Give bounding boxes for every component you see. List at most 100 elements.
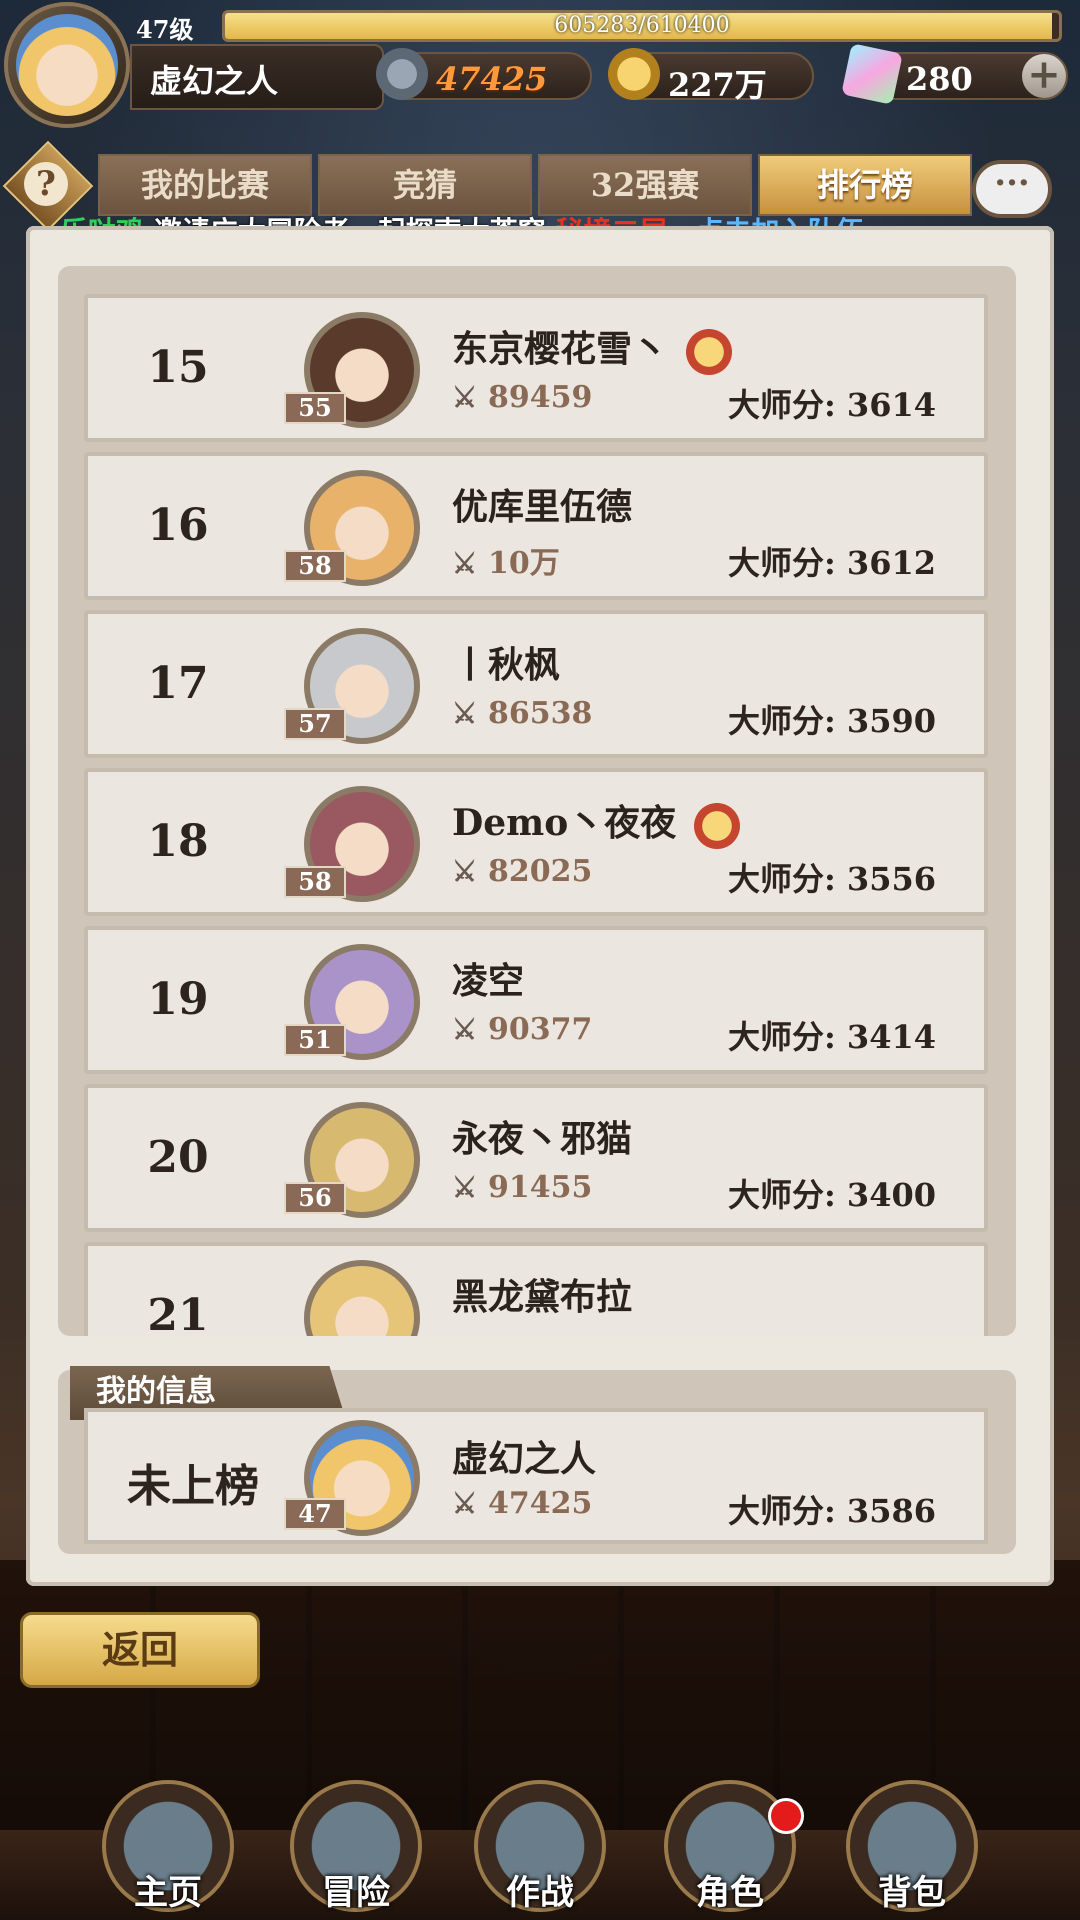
ranking-position: 21 — [147, 1290, 209, 1336]
ranking-player-power: 89459 — [488, 380, 593, 415]
xp-text: 605283/610400 — [554, 13, 730, 38]
gold-coin-icon — [608, 48, 660, 100]
ranking-row[interactable]: 16 58 优库里伍德 ⚔ 10万 大师分: 3612 — [84, 452, 988, 600]
ranking-player-power: 91455 — [488, 1170, 593, 1205]
nav-character[interactable]: 角色 — [650, 1740, 810, 1920]
player-level-badge: 57 — [284, 708, 346, 740]
crystal-gem-icon — [841, 43, 903, 105]
ranking-row[interactable]: 18 58 Demo丶夜夜 ⚔ 82025 大师分: 3556 — [84, 768, 988, 916]
my-master-score: 大师分: 3586 — [727, 1492, 936, 1530]
ranking-row[interactable]: 19 51 凌空 ⚔ 90377 大师分: 3414 — [84, 926, 988, 1074]
bottom-nav: 主页 冒险 作战 角色 背包 — [0, 1740, 1080, 1920]
ranking-position: 17 — [147, 658, 209, 709]
my-name: 虚幻之人 — [452, 1438, 597, 1480]
player-portrait — [304, 1260, 420, 1336]
tab-my-matches[interactable]: 我的比赛 — [98, 154, 312, 216]
add-gems-button[interactable]: + — [1022, 54, 1066, 98]
ranking-position: 19 — [147, 974, 209, 1025]
nav-adventure-label: 冒险 — [322, 1873, 390, 1913]
player-power-row: ⚔ 86538 — [452, 696, 592, 731]
player-avatar-image — [16, 14, 118, 116]
ranking-row[interactable]: 15 55 东京樱花雪丶 ⚔ 89459 大师分: 3614 — [84, 294, 988, 442]
my-power-row: ⚔ 47425 — [452, 1486, 592, 1521]
ranking-position: 15 — [147, 342, 209, 393]
tab-bar: ? 我的比赛 竞猜 32强赛 排行榜 ··· — [0, 140, 1080, 232]
player-power-row: ⚔ 10万 — [452, 538, 560, 582]
master-score: 大师分: 3556 — [727, 860, 936, 898]
ranking-player-name: 丨秋枫 — [452, 644, 561, 686]
back-button[interactable]: 返回 — [20, 1612, 260, 1688]
ranking-row[interactable]: 21 黑龙黛布拉 — [84, 1242, 988, 1336]
gold-pill: 227万 — [608, 48, 814, 104]
ranking-position: 16 — [147, 500, 209, 551]
nav-backpack-label: 背包 — [878, 1873, 946, 1913]
ranking-player-power: 90377 — [488, 1012, 593, 1047]
ranking-list[interactable]: 15 55 东京樱花雪丶 ⚔ 89459 大师分: 3614 16 58 优库里伍… — [58, 266, 1016, 1336]
xp-bar: 605283/610400 — [222, 10, 1062, 42]
player-power: 47425 — [436, 60, 548, 98]
nav-battle-label: 作战 — [506, 1873, 574, 1913]
tab-betting[interactable]: 竞猜 — [318, 154, 532, 216]
my-level-badge: 47 — [284, 1498, 346, 1530]
player-power-row: ⚔ 82025 — [452, 854, 592, 889]
player-level-badge: 51 — [284, 1024, 346, 1056]
crossed-swords-icon: ⚔ — [452, 855, 478, 888]
ranking-player-name: 黑龙黛布拉 — [452, 1276, 633, 1318]
master-score: 大师分: 3414 — [727, 1018, 936, 1056]
nav-adventure[interactable]: 冒险 — [276, 1740, 436, 1920]
player-power-row: ⚔ 90377 — [452, 1012, 592, 1047]
player-level-badge: 58 — [284, 866, 346, 898]
ranking-player-name: 凌空 — [452, 960, 525, 1002]
crossed-swords-icon: ⚔ — [452, 1171, 478, 1204]
nav-home[interactable]: 主页 — [88, 1740, 248, 1920]
crossed-swords-icon: ⚔ — [452, 697, 478, 730]
player-name-row: Demo丶夜夜 — [452, 794, 741, 849]
my-rank-status: 未上榜 — [127, 1461, 259, 1512]
notification-dot — [768, 1798, 804, 1834]
player-power-row: ⚔ 89459 — [452, 380, 592, 415]
power-pill: 47425 — [376, 48, 592, 100]
my-info-row: 未上榜 47 虚幻之人 ⚔ 47425 大师分: 3586 — [84, 1408, 988, 1544]
rank-medal-icon — [686, 329, 733, 375]
ranking-row[interactable]: 20 56 永夜丶邪猫 ⚔ 91455 大师分: 3400 — [84, 1084, 988, 1232]
crossed-swords-icon: ⚔ — [452, 1487, 478, 1520]
top-bar: 47级 605283/610400 虚幻之人 47425 227万 280 + — [0, 0, 1080, 128]
tab-leaderboard[interactable]: 排行榜 — [758, 154, 972, 216]
master-score: 大师分: 3400 — [727, 1176, 936, 1214]
ranking-position: 18 — [147, 816, 209, 867]
my-power: 47425 — [488, 1486, 593, 1521]
player-name-plate: 虚幻之人 — [130, 44, 384, 110]
my-info-section: 我的信息 未上榜 47 虚幻之人 ⚔ 47425 大师分: 3586 — [58, 1366, 1016, 1554]
rank-medal-icon — [694, 803, 741, 849]
nav-battle[interactable]: 作战 — [460, 1740, 620, 1920]
ranking-position: 20 — [147, 1132, 209, 1183]
player-level-badge: 56 — [284, 1182, 346, 1214]
tab-top-32[interactable]: 32强赛 — [538, 154, 752, 216]
chat-bubble-icon: ··· — [972, 160, 1052, 218]
ranking-row[interactable]: 17 57 丨秋枫 ⚔ 86538 大师分: 3590 — [84, 610, 988, 758]
nav-character-label: 角色 — [696, 1873, 764, 1913]
gold-amount: 227万 — [668, 66, 767, 104]
player-power-row: ⚔ 91455 — [452, 1170, 592, 1205]
gem-amount: 280 — [906, 60, 973, 98]
master-score: 大师分: 3614 — [727, 386, 936, 424]
nav-backpack[interactable]: 背包 — [832, 1740, 992, 1920]
chat-button[interactable]: ··· — [972, 160, 1062, 230]
nav-home-label: 主页 — [134, 1873, 202, 1913]
crossed-swords-icon — [376, 48, 428, 100]
ranking-player-power: 86538 — [488, 696, 593, 731]
player-avatar[interactable] — [4, 2, 130, 128]
ranking-player-name: 东京樱花雪丶 — [452, 328, 669, 370]
ranking-player-name: 优库里伍德 — [452, 486, 633, 528]
ranking-player-name: Demo丶夜夜 — [452, 802, 677, 844]
player-level: 47级 — [136, 15, 194, 44]
crossed-swords-icon: ⚔ — [452, 1013, 478, 1046]
question-icon: ? — [24, 162, 68, 206]
master-score: 大师分: 3612 — [727, 544, 936, 582]
player-level-badge: 58 — [284, 550, 346, 582]
ranking-player-power: 82025 — [488, 854, 593, 889]
crossed-swords-icon: ⚔ — [452, 547, 478, 580]
player-level-badge: 55 — [284, 392, 346, 424]
player-name: 虚幻之人 — [150, 62, 279, 100]
ranking-player-name: 永夜丶邪猫 — [452, 1118, 633, 1160]
